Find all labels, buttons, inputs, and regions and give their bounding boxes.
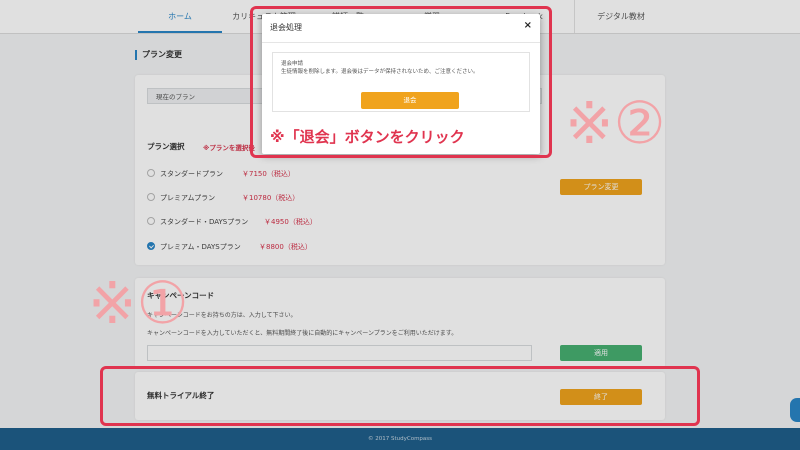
page: ホーム カリキュラム管理 講師一覧 学習 Facebook デジタル教材 プラン… bbox=[0, 0, 800, 450]
annotation-highlight-trial bbox=[100, 366, 700, 426]
annotation-instruction: ※「退会」ボタンをクリック bbox=[270, 128, 465, 146]
annotation-mark-2: ※② bbox=[565, 89, 666, 157]
annotation-mark-1: ※① bbox=[88, 269, 189, 337]
